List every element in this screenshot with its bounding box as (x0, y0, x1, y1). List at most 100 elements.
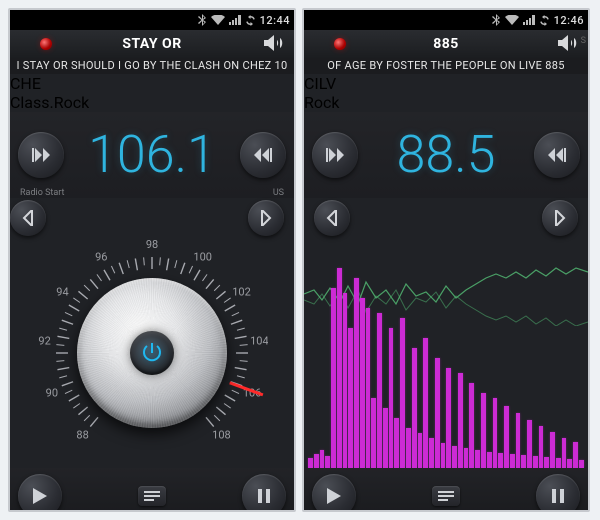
now-playing-ticker: I STAY OR SHOULD I GO BY THE CLASH ON CH… (10, 58, 294, 74)
spectrum-bar (469, 383, 474, 468)
spectrum-bar (325, 456, 330, 468)
status-bar: 12:44 (10, 10, 294, 30)
station-nav-row (304, 198, 588, 238)
record-indicator[interactable] (40, 38, 52, 50)
next-station-button[interactable] (542, 200, 578, 236)
spectrum-bar (337, 268, 342, 468)
spectrum-bar (544, 457, 549, 468)
spectrum-bars (304, 246, 588, 468)
skip-back-icon (326, 148, 344, 162)
sync-icon (245, 15, 256, 26)
stage: 12:44 STAY OR I STAY OR SHOULD I GO BY T… (0, 0, 600, 520)
pause-icon (552, 489, 564, 503)
play-button[interactable] (18, 474, 62, 512)
spectrum-bar (366, 308, 371, 468)
header-title: STAY OR (10, 36, 294, 52)
spectrum-bar (360, 298, 365, 468)
playlist-button[interactable] (432, 486, 460, 506)
visualizer-area (304, 238, 588, 468)
record-indicator[interactable] (334, 38, 346, 50)
top-label-left: CHE (10, 74, 294, 93)
spectrum-bar (354, 278, 359, 468)
spectrum-bar (573, 442, 578, 468)
svg-text:104: 104 (250, 335, 268, 348)
spectrum-bar (458, 373, 463, 468)
next-station-button[interactable] (248, 200, 284, 236)
top-label-right: Rock (304, 93, 588, 112)
spectrum-bar (556, 458, 561, 468)
frequency-display: 88.5 (358, 129, 534, 181)
clock: 12:44 (260, 14, 290, 27)
now-playing-ticker: OF AGE BY FOSTER THE PEOPLE ON LIVE 885 (304, 58, 588, 74)
play-icon (33, 488, 47, 504)
spectrum-bar (516, 413, 521, 468)
playlist-button[interactable] (138, 486, 166, 506)
next-track-button[interactable] (240, 132, 286, 178)
spectrum-bar (481, 393, 486, 468)
spectrum-bar (539, 426, 544, 468)
svg-text:108: 108 (212, 429, 231, 442)
power-button[interactable] (130, 331, 174, 375)
spectrum-bar (550, 432, 555, 468)
spectrum-bar (562, 438, 567, 468)
spectrum-bar (487, 452, 492, 468)
spectrum-bar (343, 293, 348, 468)
signal-icon (523, 15, 535, 25)
prev-track-button[interactable] (312, 132, 358, 178)
chevron-left-icon (22, 210, 34, 226)
spectrum-bar (446, 368, 451, 468)
spectrum-bar (452, 446, 457, 468)
skip-forward-icon (548, 148, 566, 162)
svg-text:102: 102 (232, 286, 251, 299)
bottom-controls (304, 468, 588, 512)
spectrum-bar (418, 433, 423, 468)
playlist-icon (144, 491, 160, 501)
svg-text:92: 92 (38, 335, 50, 348)
speaker-icon[interactable] (264, 34, 286, 56)
prev-station-button[interactable] (10, 200, 46, 236)
spectrum-bar (521, 455, 526, 468)
frequency-panel: CHE Class.Rock 106.1 (10, 74, 294, 198)
header: STAY OR (10, 30, 294, 58)
clock: 12:46 (554, 14, 584, 27)
prev-track-button[interactable] (18, 132, 64, 178)
spectrum-bar (475, 450, 480, 468)
spectrum-bar (383, 408, 388, 468)
tuning-dial[interactable] (77, 278, 227, 428)
spectrum-bar (533, 456, 538, 468)
spectrum-bar (504, 406, 509, 468)
bluetooth-icon (491, 14, 501, 26)
svg-text:94: 94 (56, 286, 68, 299)
station-nav-row: Radio Start US (10, 198, 294, 238)
play-button[interactable] (312, 474, 356, 512)
spectrum-bar (579, 460, 584, 468)
playlist-icon (438, 491, 454, 501)
next-track-button[interactable] (534, 132, 580, 178)
play-icon (327, 488, 341, 504)
spectrum-bar (464, 448, 469, 468)
header: 885 S (304, 30, 588, 58)
frequency-display: 106.1 (64, 129, 240, 181)
chevron-right-icon (554, 210, 566, 226)
power-icon (142, 343, 162, 363)
tuning-dial-area: 889092949698100102104106108 (10, 238, 294, 468)
wifi-icon (211, 15, 225, 25)
speaker-icon[interactable] (558, 34, 580, 56)
spectrum-bar (406, 428, 411, 468)
spectrum-bar (331, 288, 336, 468)
spectrum-bar (567, 459, 572, 468)
header-right-flag: S (581, 36, 586, 46)
nav-label-left: Radio Start (20, 188, 64, 198)
bottom-controls (10, 468, 294, 512)
spectrum-bar (441, 443, 446, 468)
pause-icon (258, 489, 270, 503)
svg-text:98: 98 (146, 238, 158, 251)
nav-label-right: US (273, 188, 284, 198)
spectrum-bar (348, 328, 353, 468)
prev-station-button[interactable] (314, 200, 350, 236)
spectrum-bar (394, 418, 399, 468)
bluetooth-icon (197, 14, 207, 26)
pause-button[interactable] (536, 474, 580, 512)
pause-button[interactable] (242, 474, 286, 512)
svg-text:106: 106 (243, 386, 262, 399)
